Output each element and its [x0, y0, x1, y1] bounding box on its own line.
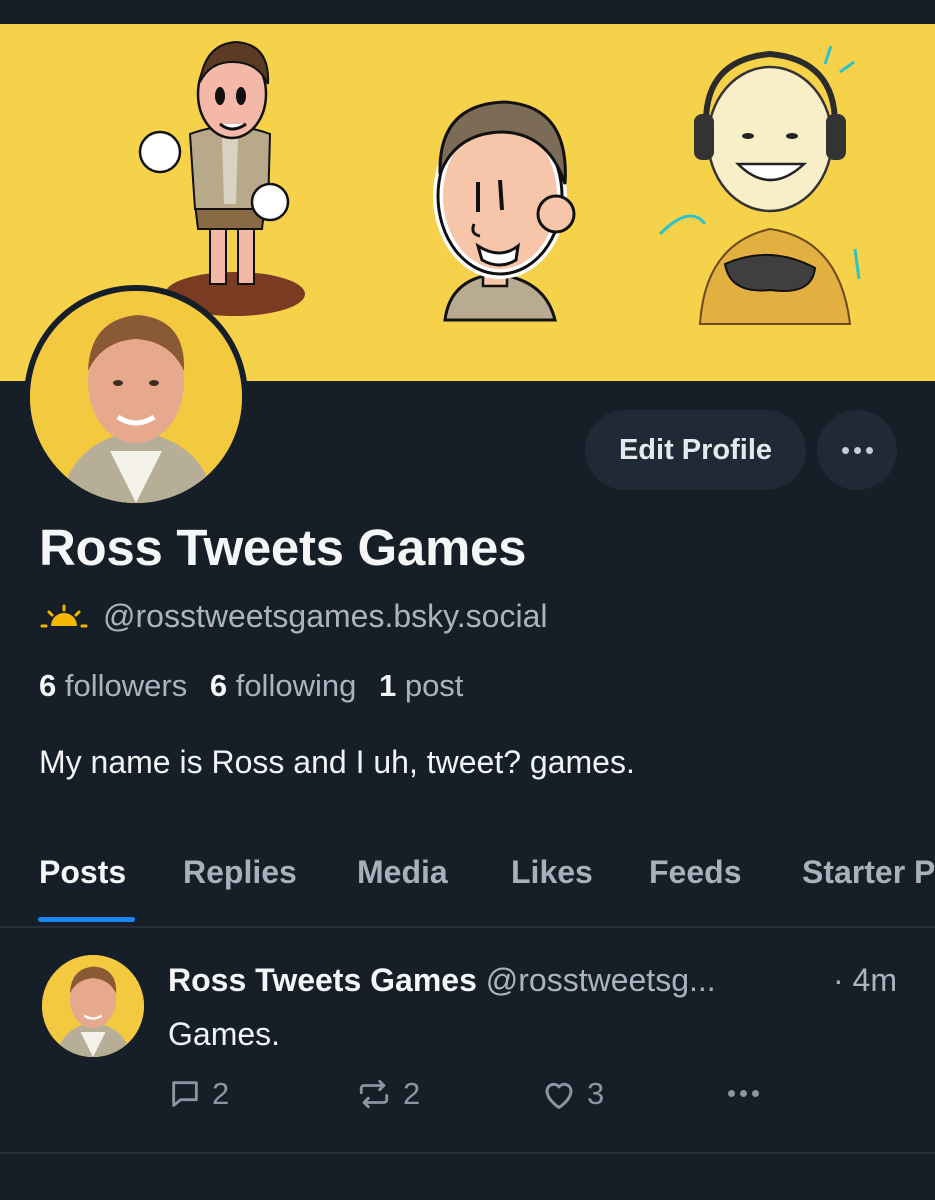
reply-icon [172, 1081, 198, 1107]
display-name: Ross Tweets Games [39, 519, 527, 576]
followers-stat[interactable]: 6 followers [39, 668, 187, 703]
tab-posts[interactable]: Posts [39, 854, 126, 891]
followers-count: 6 [39, 668, 57, 703]
edit-profile-button[interactable]: Edit Profile [585, 410, 806, 490]
following-stat[interactable]: 6 following [210, 668, 357, 703]
like-button[interactable]: 3 [541, 1076, 604, 1112]
tab-starter-packs[interactable]: Starter Packs [802, 854, 935, 891]
profile-tabs: Posts Replies Media Likes Feeds Starter … [0, 838, 935, 926]
reply-count: 2 [212, 1076, 230, 1111]
profile-stats: 6 followers 6 following 1 post [39, 668, 477, 704]
post-more-icon [728, 1090, 759, 1097]
profile-handle[interactable]: @rosstweetsgames.bsky.social [103, 598, 547, 635]
repost-count: 2 [403, 1076, 421, 1111]
like-count: 3 [587, 1076, 605, 1111]
post-timestamp[interactable]: · 4m [833, 962, 897, 999]
profile-more-button[interactable] [817, 410, 897, 490]
handle-row: @rosstweetsgames.bsky.social [39, 598, 547, 635]
tab-likes[interactable]: Likes [511, 854, 593, 891]
cartoon-character-left [138, 40, 305, 316]
cartoon-character-center [433, 100, 576, 322]
tabs-divider [0, 926, 935, 928]
post-text: Games. [168, 1016, 281, 1052]
post-avatar-photo [42, 955, 144, 1057]
post-header: Ross Tweets Games @rosstweetsg... [168, 962, 716, 999]
repost-icon [359, 1079, 389, 1109]
sun-badge-icon [40, 604, 88, 627]
like-icon [545, 1082, 573, 1109]
following-count: 6 [209, 668, 228, 703]
following-label: following [235, 668, 357, 703]
posts-count: 1 [378, 668, 397, 703]
avatar-photo [30, 291, 242, 503]
profile-avatar[interactable] [30, 291, 242, 503]
status-bar-area [0, 0, 935, 24]
post-author-handle[interactable]: @rosstweetsg... [486, 962, 716, 998]
cartoon-character-right [658, 45, 861, 325]
post-author-avatar[interactable] [42, 955, 144, 1057]
posts-label: post [404, 668, 464, 703]
tab-replies[interactable]: Replies [183, 854, 297, 891]
active-tab-indicator [38, 917, 135, 922]
reply-button[interactable]: 2 [168, 1076, 229, 1112]
post-author-name[interactable]: Ross Tweets Games [168, 962, 477, 998]
tab-media[interactable]: Media [357, 854, 448, 891]
followers-label: followers [64, 668, 188, 703]
tab-feeds[interactable]: Feeds [649, 854, 741, 891]
post-more-button[interactable] [728, 1090, 759, 1097]
post-divider [0, 1152, 935, 1154]
repost-button[interactable]: 2 [355, 1076, 420, 1112]
more-icon [841, 446, 873, 454]
profile-bio: My name is Ross and I uh, tweet? games. [39, 744, 635, 780]
posts-stat: 1 post [379, 668, 463, 703]
